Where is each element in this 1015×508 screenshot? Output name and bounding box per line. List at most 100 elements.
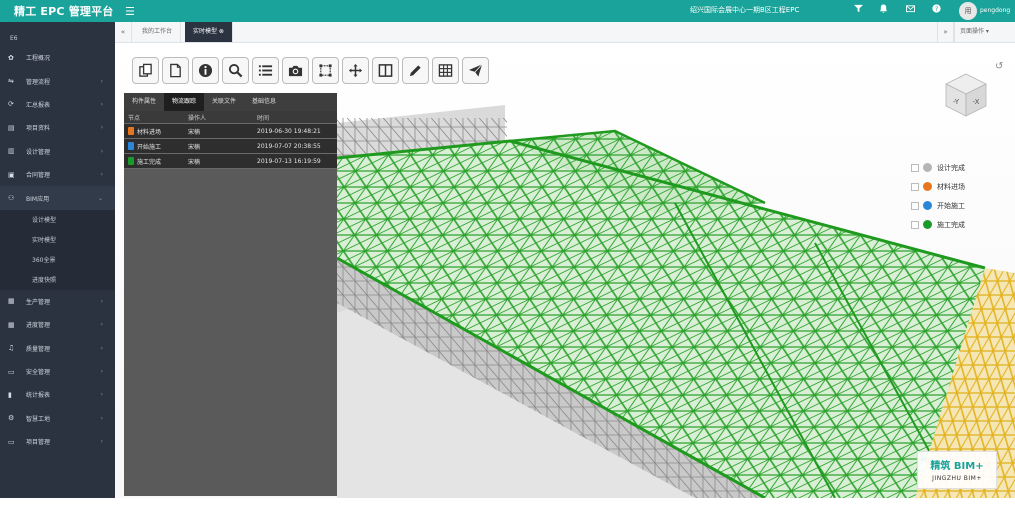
sidebar-item-10[interactable]: ♫ 质量管理 › [0,337,115,360]
book-icon: ▥ [8,147,15,156]
legend-checkbox[interactable] [911,182,919,191]
sidebar-item-9[interactable]: ▦ 进度管理 › [0,313,115,336]
refresh-icon: ⟳ [8,100,14,109]
sidebar-item-14[interactable]: ▭ 项目管理 › [0,430,115,453]
view-cube[interactable]: -Y -X [942,70,990,118]
page-operations-dropdown[interactable]: 页面操作 ▾ [954,22,997,42]
building-icon: ▦ [8,297,15,306]
sidebar-subitem-2[interactable]: 实时模型 [0,229,115,250]
project-name[interactable]: 绍兴国际会展中心一期B区工程EPC [690,5,799,15]
sidebar-item-label: 项目管理 [26,439,51,447]
col-operator: 操作人 [188,114,207,122]
sidebar-subitem-4[interactable]: 进度快照 [0,269,115,290]
legend-checkbox[interactable] [911,201,919,210]
legend-item[interactable]: 施工完成 [911,215,965,234]
legend-label: 开始施工 [937,201,965,210]
legend-label: 设计完成 [937,163,965,172]
sidebar-item-8[interactable]: ▦ 生产管理 › [0,290,115,313]
pencil-icon[interactable] [402,57,429,84]
sidebar-item-label: 汇总报表 [26,101,51,109]
sidebar-item-4[interactable]: ▤ 项目资料 › [0,116,115,139]
sidebar-item-13[interactable]: ⚙ 智慧工地 › [0,407,115,430]
tab-related-files[interactable]: 关联文件 [204,93,244,111]
legend-checkbox[interactable] [911,163,919,172]
node-label: 施工完成 [137,158,162,166]
chevron-down-icon: ⌄ [97,194,103,202]
chevron-right-icon: › [100,321,103,329]
help-icon[interactable]: ? [929,4,943,18]
legend-color-dot [923,201,932,210]
tab-basic-info[interactable]: 基础信息 [244,93,284,111]
logo-subtext: JINGZHU BIM+ [932,475,982,482]
avatar[interactable]: 用 [959,2,977,20]
legend-item[interactable]: 设计完成 [911,158,965,177]
camera-icon[interactable] [282,57,309,84]
sidebar-item-6[interactable]: ▣ 合同管理 › [0,163,115,186]
sidebar-item-label: 安全管理 [26,369,51,377]
reset-icon[interactable]: ↺ [995,61,1003,72]
move-icon[interactable] [342,57,369,84]
table-row[interactable]: 开始施工 宋楠 2019-07-07 20:38:55 [124,139,337,154]
sidebar-subitem-3[interactable]: 360全景 [0,249,115,270]
sidebar-item-12[interactable]: ▮ 统计报表 › [0,383,115,406]
sidebar-item-11[interactable]: ▭ 安全管理 › [0,360,115,383]
tab-bar: « 我的工作台 实时模型 ⊗ » 页面操作 ▾ [115,22,1015,43]
double-right-icon[interactable]: » [937,22,954,42]
settings-icon: ✿ [8,53,14,62]
section-box-icon[interactable] [312,57,339,84]
table-row[interactable]: 施工完成 宋楠 2019-07-13 16:19:59 [124,154,337,169]
grid-icon[interactable] [432,57,459,84]
chevron-right-icon: › [100,297,103,305]
sidebar-item-label: 生产管理 [26,298,51,306]
svg-text:?: ? [934,6,937,13]
copy-icon[interactable] [132,57,159,84]
table-row[interactable]: 材料进场 宋楠 2019-06-30 19:48:21 [124,124,337,139]
briefcase-icon: ▣ [8,170,15,179]
sidebar-heading: E6 [10,35,18,42]
legend-label: 施工完成 [937,220,965,229]
chevron-right-icon: › [100,171,103,179]
top-header: 精工 EPC 管理平台 ☰ 绍兴国际会展中心一期B区工程EPC ? 用 peng… [0,0,1015,22]
info-icon[interactable] [192,57,219,84]
tab-realtime-model[interactable]: 实时模型 ⊗ [185,22,233,42]
monitor-icon: ▭ [8,367,15,376]
filter-icon[interactable] [851,4,865,18]
tab-workbench[interactable]: 我的工作台 [134,22,182,42]
tab-logistics-tracking[interactable]: 物流跟踪 [164,93,205,111]
split-view-icon[interactable] [372,57,399,84]
sidebar-item-2[interactable]: ⇋ 管理流程 › [0,69,115,92]
bim-viewer[interactable]: 构件属性 物流跟踪 关联文件 基础信息 节点 操作人 时间 材料进场 宋楠 2019… [115,43,1015,498]
username[interactable]: pengdong [980,7,1010,14]
tab-component-properties[interactable]: 构件属性 [124,93,164,111]
sidebar-item-label: 合同管理 [26,172,51,180]
document-icon[interactable] [162,57,189,84]
bell-outline-icon: ♫ [8,344,15,353]
legend-item[interactable]: 材料进场 [911,177,965,196]
brand-logo: 精筑 BIM+ JINGZHU BIM+ [917,451,997,489]
logo-text: 精筑 BIM+ [930,461,984,472]
legend-color-dot [923,182,932,191]
mail-icon[interactable] [903,4,917,18]
panel-tabs: 构件属性 物流跟踪 关联文件 基础信息 [124,93,337,111]
sidebar-item-7[interactable]: ⚇ BIM应用 ⌄ [0,186,115,210]
search-icon[interactable] [222,57,249,84]
legend-item[interactable]: 开始施工 [911,196,965,215]
double-left-icon[interactable]: « [115,22,132,42]
view-cube-right-label: -X [973,98,980,106]
legend-checkbox[interactable] [911,220,919,229]
send-icon[interactable] [462,57,489,84]
status-color-swatch [128,157,134,165]
sidebar-subitem-1[interactable]: 设计模型 [0,209,115,230]
hamburger-icon[interactable]: ☰ [125,5,135,18]
cell-operator: 宋楠 [188,128,201,136]
chevron-right-icon: › [100,368,103,376]
sidebar-item-3[interactable]: ⟳ 汇总报表 › [0,93,115,116]
cell-time: 2019-06-30 19:48:21 [257,127,321,135]
bell-icon[interactable] [876,4,890,18]
status-legend: 设计完成材料进场开始施工施工完成 [911,158,965,234]
list-icon[interactable] [252,57,279,84]
sidebar-item-1[interactable]: ✿ 工程概况 [0,46,115,69]
legend-color-dot [923,163,932,172]
sidebar-item-5[interactable]: ▥ 设计管理 › [0,140,115,163]
sidebar-item-label: 工程概况 [26,55,51,63]
